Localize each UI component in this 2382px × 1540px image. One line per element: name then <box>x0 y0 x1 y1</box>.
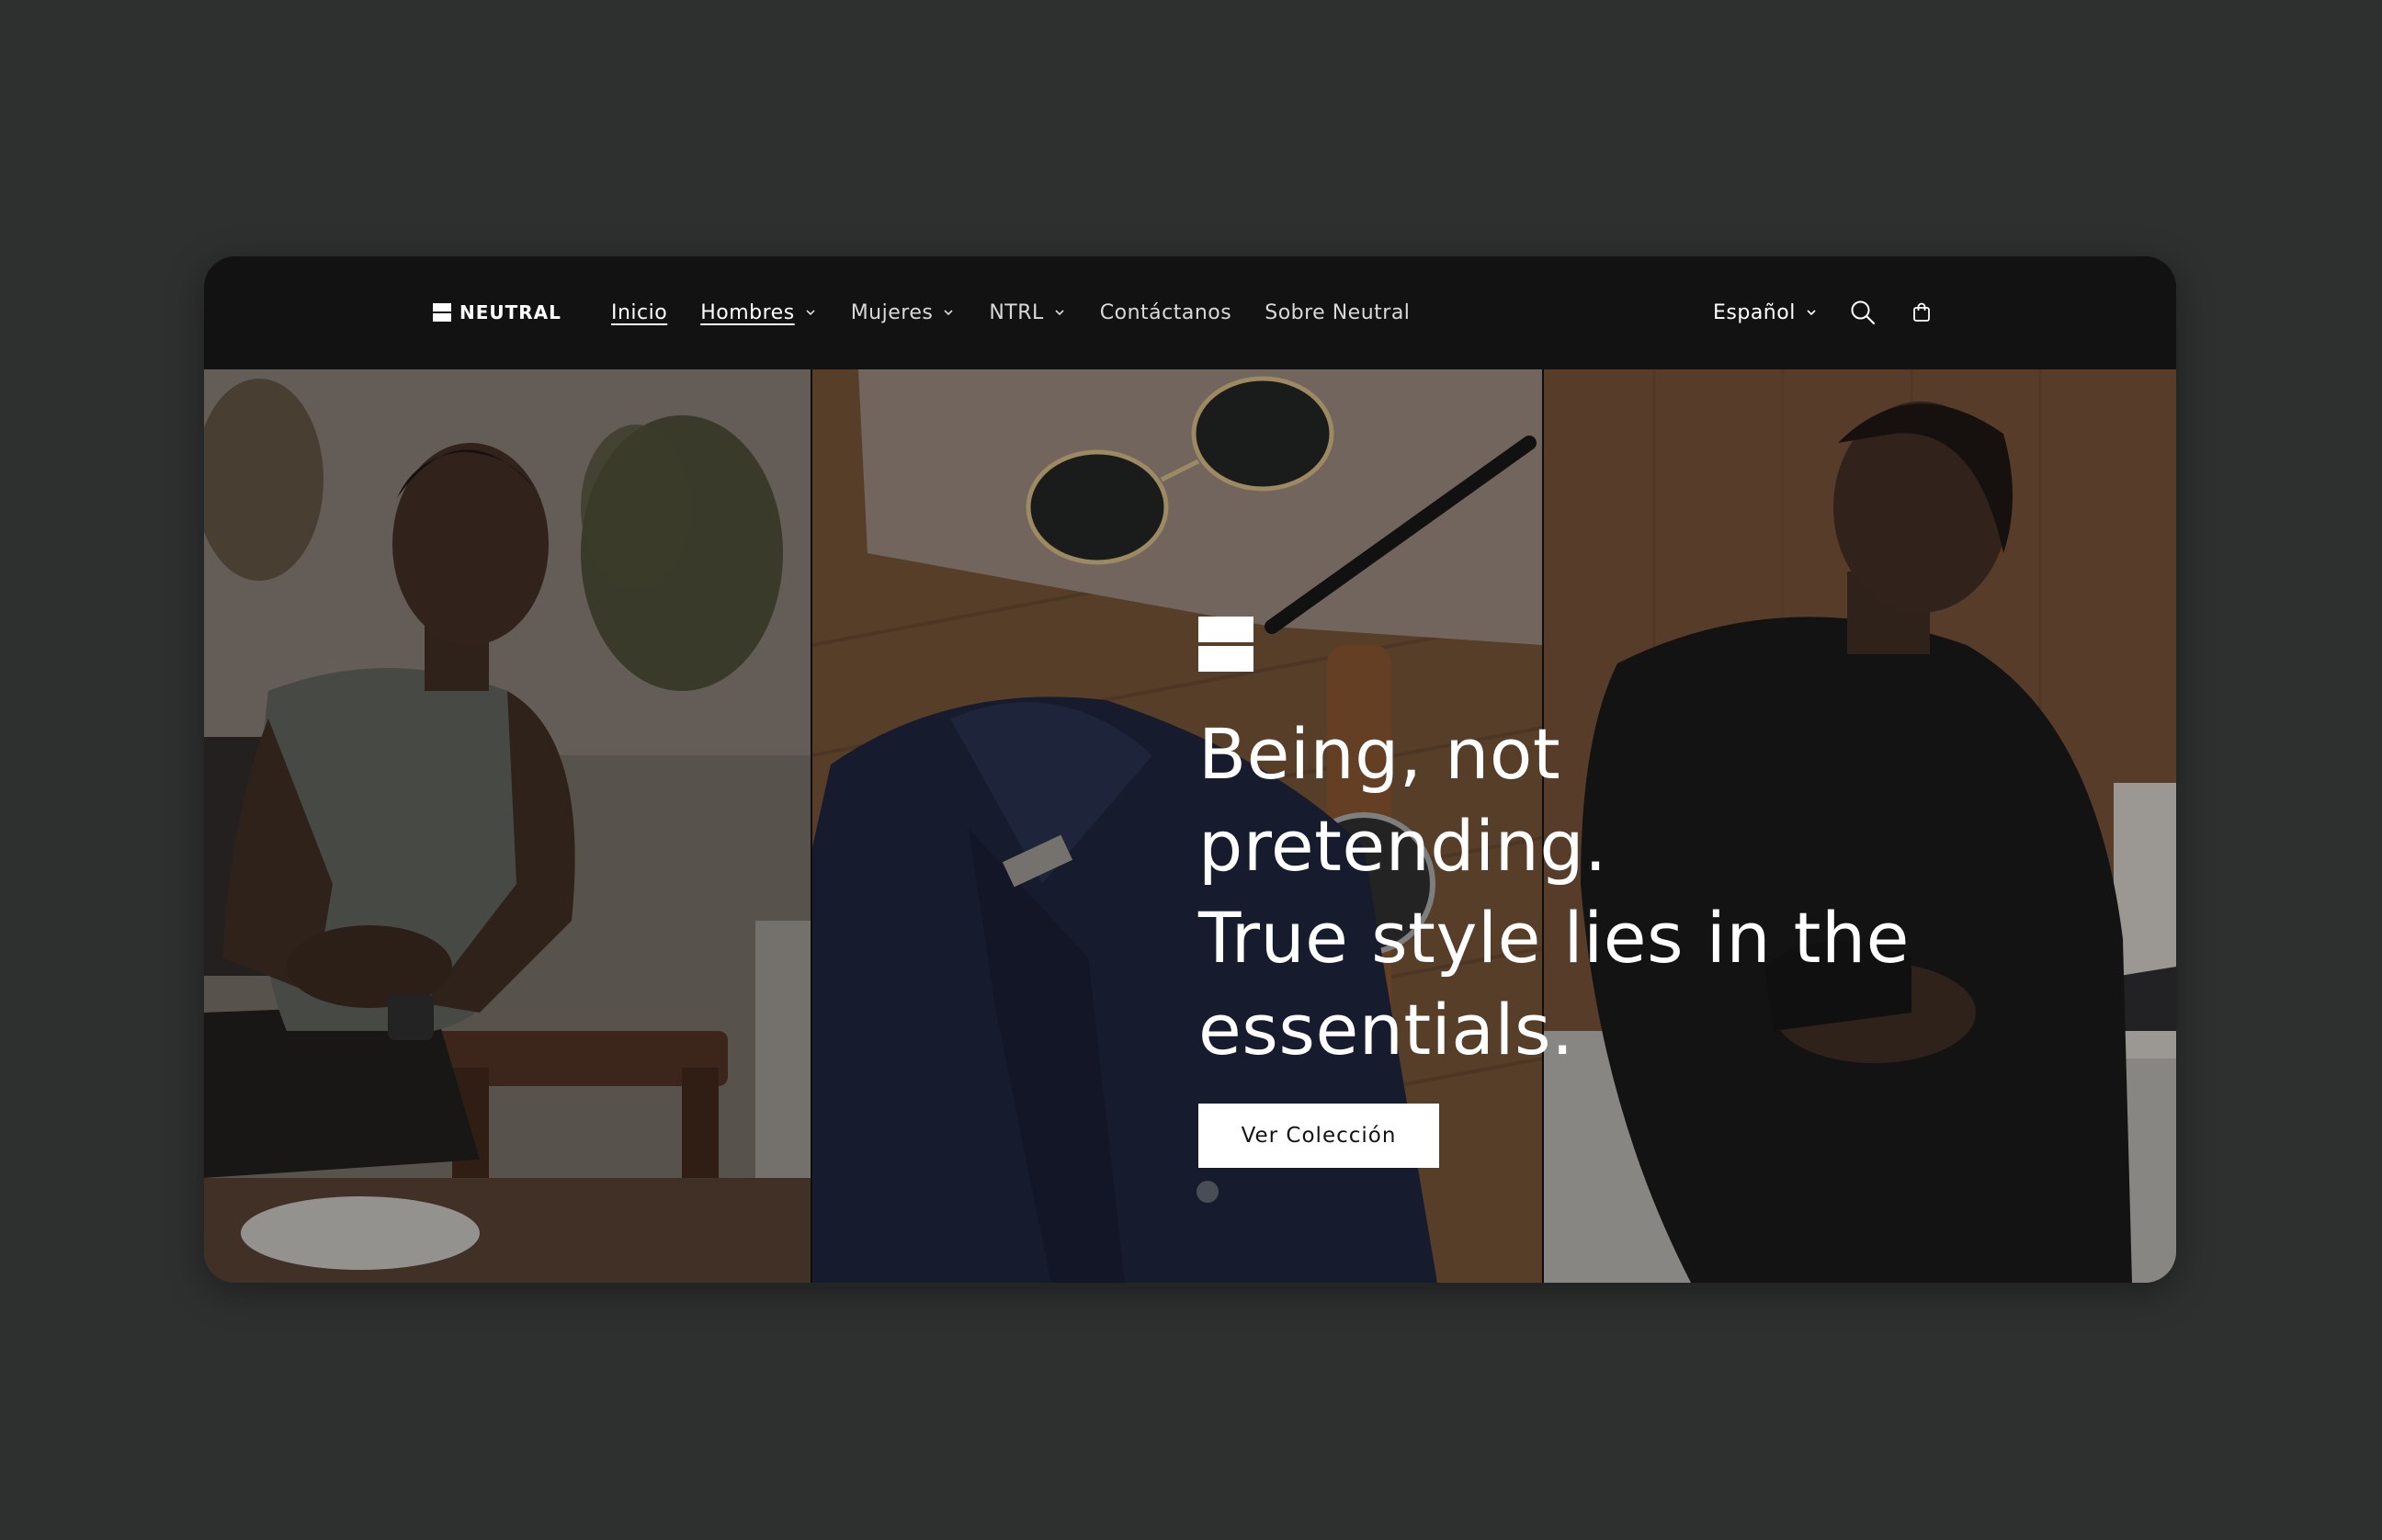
hero-banner: Being, not pretending. True style lies i… <box>204 369 2176 1283</box>
nav-item-sobre-neutral[interactable]: Sobre Neutral <box>1265 301 1410 324</box>
nav-item-inicio[interactable]: Inicio <box>611 301 667 324</box>
nav-item-label: Hombres <box>700 300 795 324</box>
nav-item-label: Sobre Neutral <box>1265 300 1411 324</box>
view-collection-button[interactable]: Ver Colección <box>1198 1104 1439 1168</box>
hero-heading: Being, not pretending. True style lies i… <box>1198 708 2025 1076</box>
hero-content: Being, not pretending. True style lies i… <box>1198 617 2025 1168</box>
logo-mark-icon <box>433 303 451 322</box>
nav-item-mujeres[interactable]: Mujeres <box>851 301 957 324</box>
website-window: NEUTRAL Inicio Hombres Mujeres NTRL Cont… <box>204 256 2176 1283</box>
cart-icon <box>1912 302 1930 322</box>
main-nav: Inicio Hombres Mujeres NTRL Contáctanos … <box>611 295 1443 330</box>
nav-item-contactanos[interactable]: Contáctanos <box>1100 301 1231 324</box>
chevron-down-icon <box>1807 310 1816 316</box>
chevron-down-icon <box>944 310 953 316</box>
search-button[interactable] <box>1844 294 1881 331</box>
site-header: NEUTRAL Inicio Hombres Mujeres NTRL Cont… <box>204 256 2176 369</box>
logo-mark-icon <box>1198 617 1253 672</box>
cart-button[interactable] <box>1903 294 1940 331</box>
brand-name: NEUTRAL <box>459 301 561 323</box>
hero-heading-line: Being, not <box>1198 713 1561 795</box>
nav-item-hombres[interactable]: Hombres <box>700 301 817 324</box>
search-icon <box>1851 300 1875 325</box>
header-actions: Español <box>1713 293 1962 332</box>
nav-item-label: Inicio <box>611 300 668 324</box>
nav-item-label: Mujeres <box>850 300 934 324</box>
hero-heading-line: pretending. <box>1198 805 1607 887</box>
brand-logo[interactable]: NEUTRAL <box>433 299 561 326</box>
chevron-down-icon <box>1055 310 1064 316</box>
chevron-down-icon <box>806 310 815 316</box>
nav-item-ntrl[interactable]: NTRL <box>989 301 1066 324</box>
nav-item-label: Contáctanos <box>1099 300 1232 324</box>
hero-heading-line: essentials. <box>1198 989 1574 1070</box>
language-selector[interactable]: Español <box>1713 301 1819 324</box>
hero-heading-line: True style lies in the <box>1198 897 1910 979</box>
nav-item-label: NTRL <box>989 300 1044 324</box>
language-label: Español <box>1713 300 1796 324</box>
